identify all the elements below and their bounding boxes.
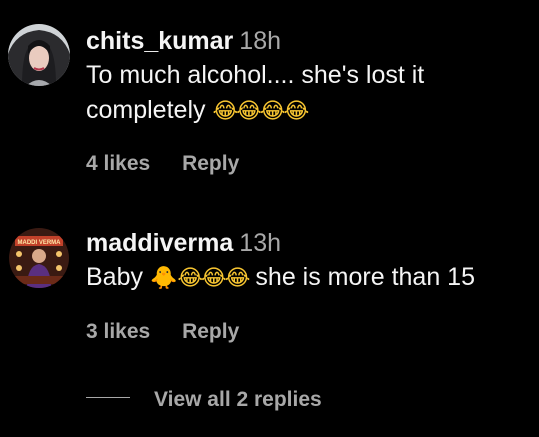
timestamp: 13h bbox=[239, 229, 282, 257]
avatar[interactable] bbox=[8, 24, 70, 86]
username-link[interactable]: chits_kumar bbox=[86, 27, 233, 55]
likes-count[interactable]: 3 likes bbox=[86, 320, 150, 343]
avatar[interactable]: MADDI VERMA bbox=[9, 228, 69, 288]
comment-actions: 4 likes Reply bbox=[86, 152, 239, 176]
comment-header: chits_kumar 18h bbox=[86, 24, 531, 58]
laughing-emoji-icon: 😂😂😂😂 bbox=[212, 99, 309, 124]
reply-button[interactable]: Reply bbox=[182, 320, 239, 343]
view-replies-button[interactable]: View all 2 replies bbox=[86, 388, 322, 412]
comment-text-body: she is more than 15 bbox=[255, 263, 475, 291]
laughing-emoji-icon: 😂😂😂 bbox=[177, 266, 250, 291]
likes-count[interactable]: 4 likes bbox=[86, 152, 150, 175]
timestamp: 18h bbox=[239, 27, 282, 55]
comment-actions: 3 likes Reply bbox=[86, 320, 239, 344]
username-link[interactable]: maddiverma bbox=[86, 229, 233, 257]
chick-emoji-icon: 🐥 bbox=[149, 266, 178, 291]
comment-header: maddiverma 13h bbox=[86, 226, 531, 260]
divider-line bbox=[86, 396, 130, 398]
user-avatar-icon bbox=[8, 24, 70, 86]
reply-button[interactable]: Reply bbox=[182, 152, 239, 175]
view-replies-label: View all 2 replies bbox=[154, 388, 322, 411]
avatar-banner-text: MADDI VERMA bbox=[18, 240, 62, 246]
comment-text: To much alcohol.... she's lost it comple… bbox=[86, 58, 531, 129]
comment-text-body: Baby bbox=[86, 263, 143, 291]
user-avatar-icon: MADDI VERMA bbox=[9, 228, 69, 288]
comment-text: Baby 🐥😂😂😂 she is more than 15 bbox=[86, 260, 531, 296]
